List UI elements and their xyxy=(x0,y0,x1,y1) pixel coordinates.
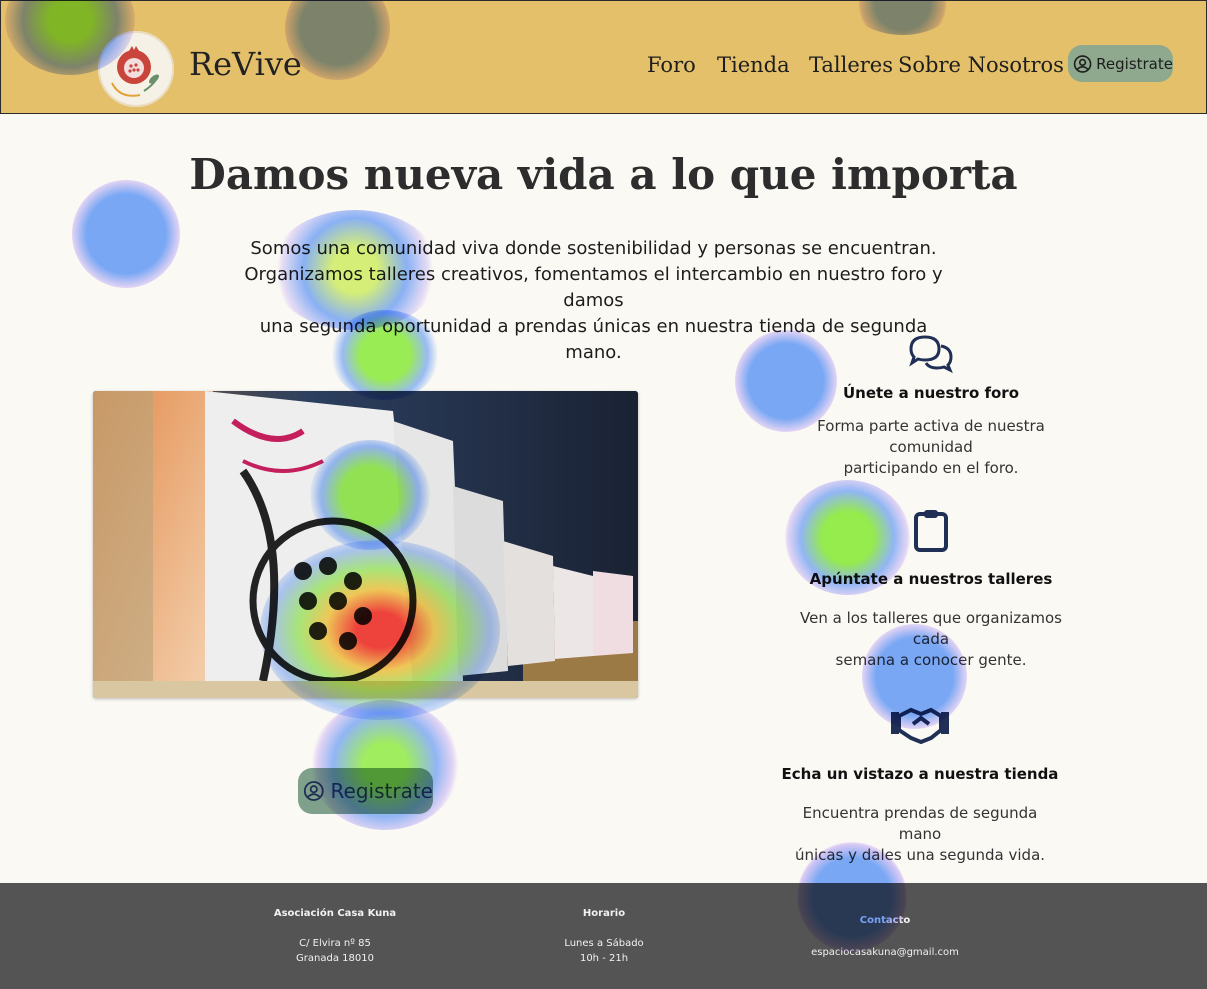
feature-desc: Forma parte activa de nuestra comunidad … xyxy=(780,416,1082,479)
feature-foro: Únete a nuestro foro Forma parte activa … xyxy=(780,333,1082,479)
feature-desc-line: únicas y dales una segunda vida. xyxy=(794,846,1046,864)
pomegranate-icon xyxy=(111,46,159,97)
footer-association: Asociación Casa Kuna C/ Elvira nº 85 Gra… xyxy=(265,908,405,966)
handshake-icon xyxy=(891,707,949,744)
register-label: Registrate xyxy=(330,779,433,803)
footer-line: 10h - 21h xyxy=(579,953,629,964)
footer-heading: Horario xyxy=(582,908,626,919)
page-title: Damos nueva vida a lo que importa xyxy=(189,150,1018,199)
nav-foro[interactable]: Foro xyxy=(647,53,696,77)
feature-title: Apúntate a nuestros talleres xyxy=(809,570,1053,588)
contact-email-link[interactable]: espaciocasakuna@gmail.com xyxy=(805,945,965,960)
feature-desc-line: semana a conocer gente. xyxy=(835,651,1027,669)
feature-desc-line: Encuentra prendas de segunda mano xyxy=(802,804,1038,843)
intro-line: Organizamos talleres creativos, fomentam… xyxy=(244,264,943,311)
feature-tienda: Echa un vistazo a nuestra tienda Encuent… xyxy=(780,704,1060,866)
hero-image xyxy=(93,391,638,698)
register-button-main[interactable]: Registrate xyxy=(298,768,433,814)
footer-heading: Asociación Casa Kuna xyxy=(273,908,397,919)
site-header: ReVive Foro Tienda Talleres Sobre Nosotr… xyxy=(0,0,1207,114)
register-label: Registrate xyxy=(1096,54,1173,73)
footer-line: Lunes a Sábado xyxy=(564,938,644,949)
clipboard-icon xyxy=(914,510,948,552)
feature-desc: Encuentra prendas de segunda mano únicas… xyxy=(780,803,1060,866)
footer-contacto: Contacto espaciocasakuna@gmail.com xyxy=(805,915,965,960)
user-circle-icon xyxy=(1073,54,1092,73)
user-circle-icon xyxy=(303,781,324,801)
footer-line: Granada 18010 xyxy=(296,953,374,964)
nav-talleres[interactable]: Talleres xyxy=(809,53,893,77)
site-footer: Asociación Casa Kuna C/ Elvira nº 85 Gra… xyxy=(0,883,1207,989)
register-button-header[interactable]: Registrate xyxy=(1068,45,1173,82)
feature-desc-line: Ven a los talleres que organizamos cada xyxy=(800,609,1062,648)
logo[interactable] xyxy=(98,31,174,107)
footer-heading: Contacto xyxy=(859,915,911,926)
feature-title: Únete a nuestro foro xyxy=(842,384,1020,402)
feature-desc: Ven a los talleres que organizamos cada … xyxy=(780,608,1082,671)
nav-tienda[interactable]: Tienda xyxy=(717,53,790,77)
footer-line: C/ Elvira nº 85 xyxy=(299,938,371,949)
chat-bubbles-icon xyxy=(909,335,953,373)
feature-talleres: Apúntate a nuestros talleres Ven a los t… xyxy=(780,508,1082,671)
feature-desc-line: participando en el foro. xyxy=(843,459,1019,477)
brand-name[interactable]: ReVive xyxy=(189,45,302,83)
footer-horario: Horario Lunes a Sábado 10h - 21h xyxy=(545,908,663,966)
feature-title: Echa un vistazo a nuestra tienda xyxy=(781,765,1059,783)
intro-line: Somos una comunidad viva donde sostenibi… xyxy=(250,238,937,259)
feature-desc-line: Forma parte activa de nuestra comunidad xyxy=(817,417,1045,456)
nav-sobre-nosotros[interactable]: Sobre Nosotros xyxy=(898,53,1064,77)
